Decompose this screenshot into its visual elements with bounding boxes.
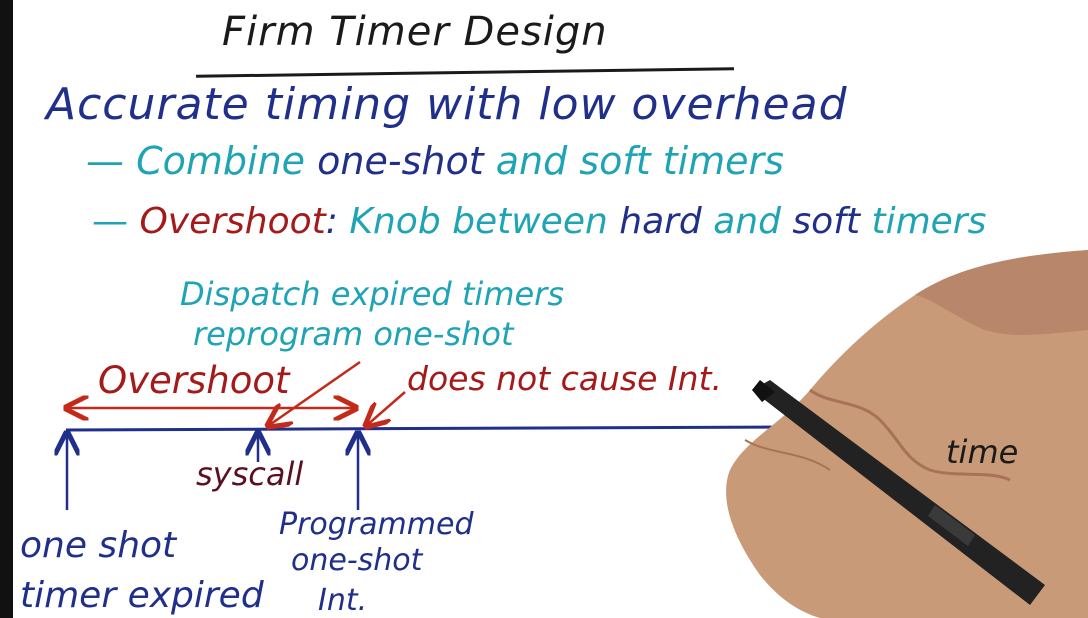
time-axis-label: time [946, 433, 1019, 471]
dispatch-note-line2: reprogram one-shot [193, 315, 514, 353]
oneshot-expired-label-line2: timer expired [20, 575, 264, 616]
programmed-label-line1: Programmed [279, 507, 474, 542]
whiteboard-frame: Firm Timer Design Accurate timing with l… [0, 0, 1088, 618]
overshoot-label: Overshoot [98, 359, 290, 402]
presenter-hand [726, 250, 1088, 618]
programmed-label-line2: one-shot [291, 543, 423, 578]
oneshot-expired-label-line1: one shot [20, 525, 177, 566]
programmed-label-line3: Int. [318, 583, 368, 618]
dispatch-note-line1: Dispatch expired timers [180, 275, 564, 313]
does-not-cause-label: does not cause Int. [407, 359, 722, 398]
syscall-label: syscall [196, 455, 304, 493]
does-not-cause-arrow [366, 391, 406, 426]
